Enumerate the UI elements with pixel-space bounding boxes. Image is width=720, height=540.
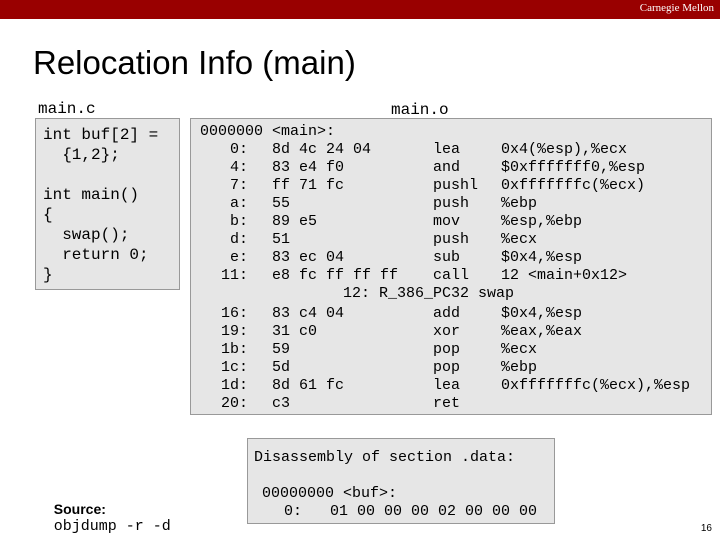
- disasm-row: 1c: 5d pop %ebp: [191, 359, 537, 377]
- disasm-row: d: 51 push %ecx: [191, 231, 537, 249]
- source-line: Source: objdump -r -d: [46, 485, 171, 535]
- disasm-row: 7: ff 71 fc pushl 0xfffffffc(%ecx): [191, 177, 645, 195]
- disasm-addr: 1d:: [220, 377, 248, 394]
- disasm-bytes: 89 e5: [272, 213, 318, 230]
- disasm-bytes: 31 c0: [272, 323, 318, 340]
- disasm-args: 12 <main+0x12>: [501, 267, 628, 284]
- header-bar: Carnegie Mellon: [0, 0, 720, 19]
- disasm-addr: 16:: [220, 305, 248, 322]
- disasm-addr: e:: [229, 249, 248, 266]
- disasm-row: 1d: 8d 61 fc lea 0xfffffffc(%ecx),%esp: [191, 377, 690, 395]
- source-label: Source:: [53, 501, 106, 517]
- source-line: return 0;: [43, 246, 149, 264]
- disasm-bytes: e8 fc ff ff ff: [272, 267, 399, 284]
- disasm-bytes: 83 ec 04: [272, 249, 345, 266]
- source-command: objdump -r -d: [53, 518, 171, 535]
- disasm-addr: 20:: [220, 395, 248, 412]
- disasm-op: push: [433, 231, 470, 248]
- disasm-addr: d:: [229, 231, 248, 248]
- source-line: int buf[2] =: [43, 126, 159, 144]
- source-code-box: int buf[2] = {1,2}; int main() { swap();…: [35, 118, 180, 290]
- disasm-op: pushl: [433, 177, 479, 194]
- disasm-row: 1b: 59 pop %ecx: [191, 341, 537, 359]
- disasm-args: $0x4,%esp: [501, 305, 583, 322]
- disasm-op: push: [433, 195, 470, 212]
- disasm-op: call: [433, 267, 470, 284]
- disasm-op: add: [433, 305, 461, 322]
- disasm-op: xor: [433, 323, 461, 340]
- disasm-row: 0: 8d 4c 24 04 lea 0x4(%esp),%ecx: [191, 141, 627, 159]
- disasm-bytes: ff 71 fc: [272, 177, 345, 194]
- disasm-bytes: 5d: [272, 359, 291, 376]
- disasm-op: sub: [433, 249, 461, 266]
- disasm-bytes: 55: [272, 195, 291, 212]
- disasm-addr: 7:: [229, 177, 248, 194]
- disasm-row: 4: 83 e4 f0 and $0xfffffff0,%esp: [191, 159, 645, 177]
- disasm-args: %ebp: [501, 359, 538, 376]
- disasm-op: pop: [433, 359, 461, 376]
- disasm-bytes: 8d 4c 24 04: [272, 141, 372, 158]
- source-line: {: [43, 206, 53, 224]
- disasm-op: pop: [433, 341, 461, 358]
- disasm-bytes: 83 c4 04: [272, 305, 345, 322]
- disasm-addr: 11:: [220, 267, 248, 284]
- disasm-args: %eax,%eax: [501, 323, 583, 340]
- disasm-args: $0x4,%esp: [501, 249, 583, 266]
- slide-title: Relocation Info (main): [33, 44, 356, 81]
- disasm-bytes: c3: [272, 395, 291, 412]
- disasm-args: 0xfffffffc(%ecx),%esp: [501, 377, 691, 394]
- source-line: swap();: [43, 226, 130, 244]
- disasm-op: lea: [433, 377, 461, 394]
- disasm-row: 11: e8 fc ff ff ff call 12 <main+0x12>: [191, 267, 627, 285]
- disasm-op: mov: [433, 213, 461, 230]
- disasm-addr: 4:: [229, 159, 248, 176]
- relocation-entry: 12: R_386_PC32 swap: [343, 285, 515, 302]
- disasm-bytes: 59: [272, 341, 291, 358]
- disasm-bytes: 8d 61 fc: [272, 377, 345, 394]
- page-number: 16: [700, 523, 712, 534]
- disasm-args: 0x4(%esp),%ecx: [501, 141, 628, 158]
- source-line: }: [43, 266, 53, 284]
- disasm-addr: a:: [229, 195, 248, 212]
- disasm-addr: b:: [229, 213, 248, 230]
- disasm-addr: 1c:: [220, 359, 248, 376]
- disasm-op: lea: [433, 141, 461, 158]
- disasm-bytes: 83 e4 f0: [272, 159, 345, 176]
- data-symbol: 00000000 <buf>:: [262, 485, 398, 502]
- disasm-args: 0xfffffffc(%ecx): [501, 177, 646, 194]
- disasm-args: %ecx: [501, 341, 538, 358]
- disassembly-box: 0000000 <main>: 0: 8d 4c 24 04 lea 0x4(%…: [190, 118, 712, 415]
- disasm-op: ret: [433, 395, 461, 412]
- disasm-args: %ecx: [501, 231, 538, 248]
- data-section-box: Disassembly of section .data: 00000000 <…: [247, 438, 555, 524]
- disasm-args: $0xfffffff0,%esp: [501, 159, 646, 176]
- disasm-bytes: 51: [272, 231, 291, 248]
- disasm-addr: 0:: [229, 141, 248, 158]
- brand-label: Carnegie Mellon: [639, 2, 714, 14]
- data-section-title: Disassembly of section .data:: [254, 449, 516, 466]
- disasm-addr: 1b:: [220, 341, 248, 358]
- disasm-row: b: 89 e5 mov %esp,%ebp: [191, 213, 582, 231]
- disasm-row: a: 55 push %ebp: [191, 195, 537, 213]
- data-addr: 0:: [284, 503, 303, 520]
- disasm-row: 16: 83 c4 04 add $0x4,%esp: [191, 305, 582, 323]
- data-bytes: 01 00 00 00 02 00 00 00: [330, 503, 538, 520]
- disasm-args: %ebp: [501, 195, 538, 212]
- disasm-args: %esp,%ebp: [501, 213, 583, 230]
- source-line: {1,2};: [43, 146, 120, 164]
- disasm-row: e: 83 ec 04 sub $0x4,%esp: [191, 249, 582, 267]
- source-file-label: main.c: [38, 100, 96, 118]
- disasm-op: and: [433, 159, 461, 176]
- disasm-row: 19: 31 c0 xor %eax,%eax: [191, 323, 582, 341]
- object-file-label: main.o: [391, 101, 449, 119]
- disasm-row: 20: c3 ret: [191, 395, 460, 413]
- disasm-addr: 19:: [220, 323, 248, 340]
- source-line: int main(): [43, 186, 140, 204]
- disassembly-header: 0000000 <main>:: [200, 123, 336, 140]
